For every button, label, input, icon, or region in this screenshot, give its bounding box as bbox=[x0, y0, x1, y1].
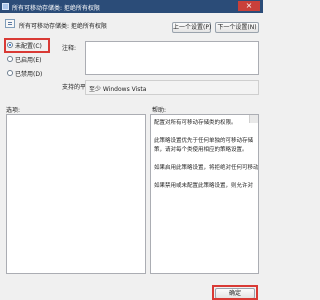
radio-enabled[interactable]: 已启用(E) bbox=[7, 54, 53, 64]
policy-title: 所有可移动存储类: 拒绝所有权限 bbox=[19, 23, 107, 30]
help-line: 如果禁用或未配置此策略设置，则允许对 bbox=[154, 183, 254, 189]
help-line: 策，请对每个类使用相应的策略设置。 bbox=[154, 147, 248, 153]
help-line: 此策略设置优先于任何单独的可移动存储 bbox=[154, 138, 254, 144]
radio-disabled[interactable]: 已禁用(D) bbox=[7, 68, 53, 78]
options-label: 选项: bbox=[6, 107, 21, 114]
supported-platform-value: 至少 Windows Vista bbox=[89, 86, 147, 93]
help-line: 如果启用此策略设置，将拒绝对任何可移动 bbox=[154, 165, 259, 171]
radio-label: 已启用(E) bbox=[15, 57, 42, 64]
help-panel: 配置对所有可移动存储类的权限。 此策略设置优先于任何单独的可移动存储 策，请对每… bbox=[150, 114, 259, 274]
radio-dot bbox=[7, 70, 13, 76]
ok-button-highlight bbox=[212, 285, 258, 300]
comment-label: 注释: bbox=[62, 45, 77, 52]
comment-textarea[interactable] bbox=[85, 41, 259, 75]
help-line: 配置对所有可移动存储类的权限。 bbox=[154, 120, 237, 126]
policy-icon bbox=[2, 3, 9, 10]
previous-setting-button[interactable]: 上一个设置(P) bbox=[172, 22, 211, 33]
help-label: 帮助: bbox=[152, 107, 167, 114]
policy-setting-icon bbox=[5, 19, 15, 28]
window-title: 所有可移动存储类: 拒绝所有权限 bbox=[12, 5, 100, 12]
close-button[interactable]: × bbox=[238, 1, 260, 11]
radio-label: 已禁用(D) bbox=[15, 71, 43, 78]
next-setting-button[interactable]: 下一个设置(N) bbox=[215, 22, 259, 33]
window-titlebar: 所有可移动存储类: 拒绝所有权限 × bbox=[0, 0, 263, 13]
radio-dot bbox=[7, 56, 13, 62]
options-panel bbox=[6, 114, 146, 274]
supported-platform-field: 至少 Windows Vista bbox=[85, 80, 259, 95]
not-configured-highlight bbox=[4, 38, 50, 53]
